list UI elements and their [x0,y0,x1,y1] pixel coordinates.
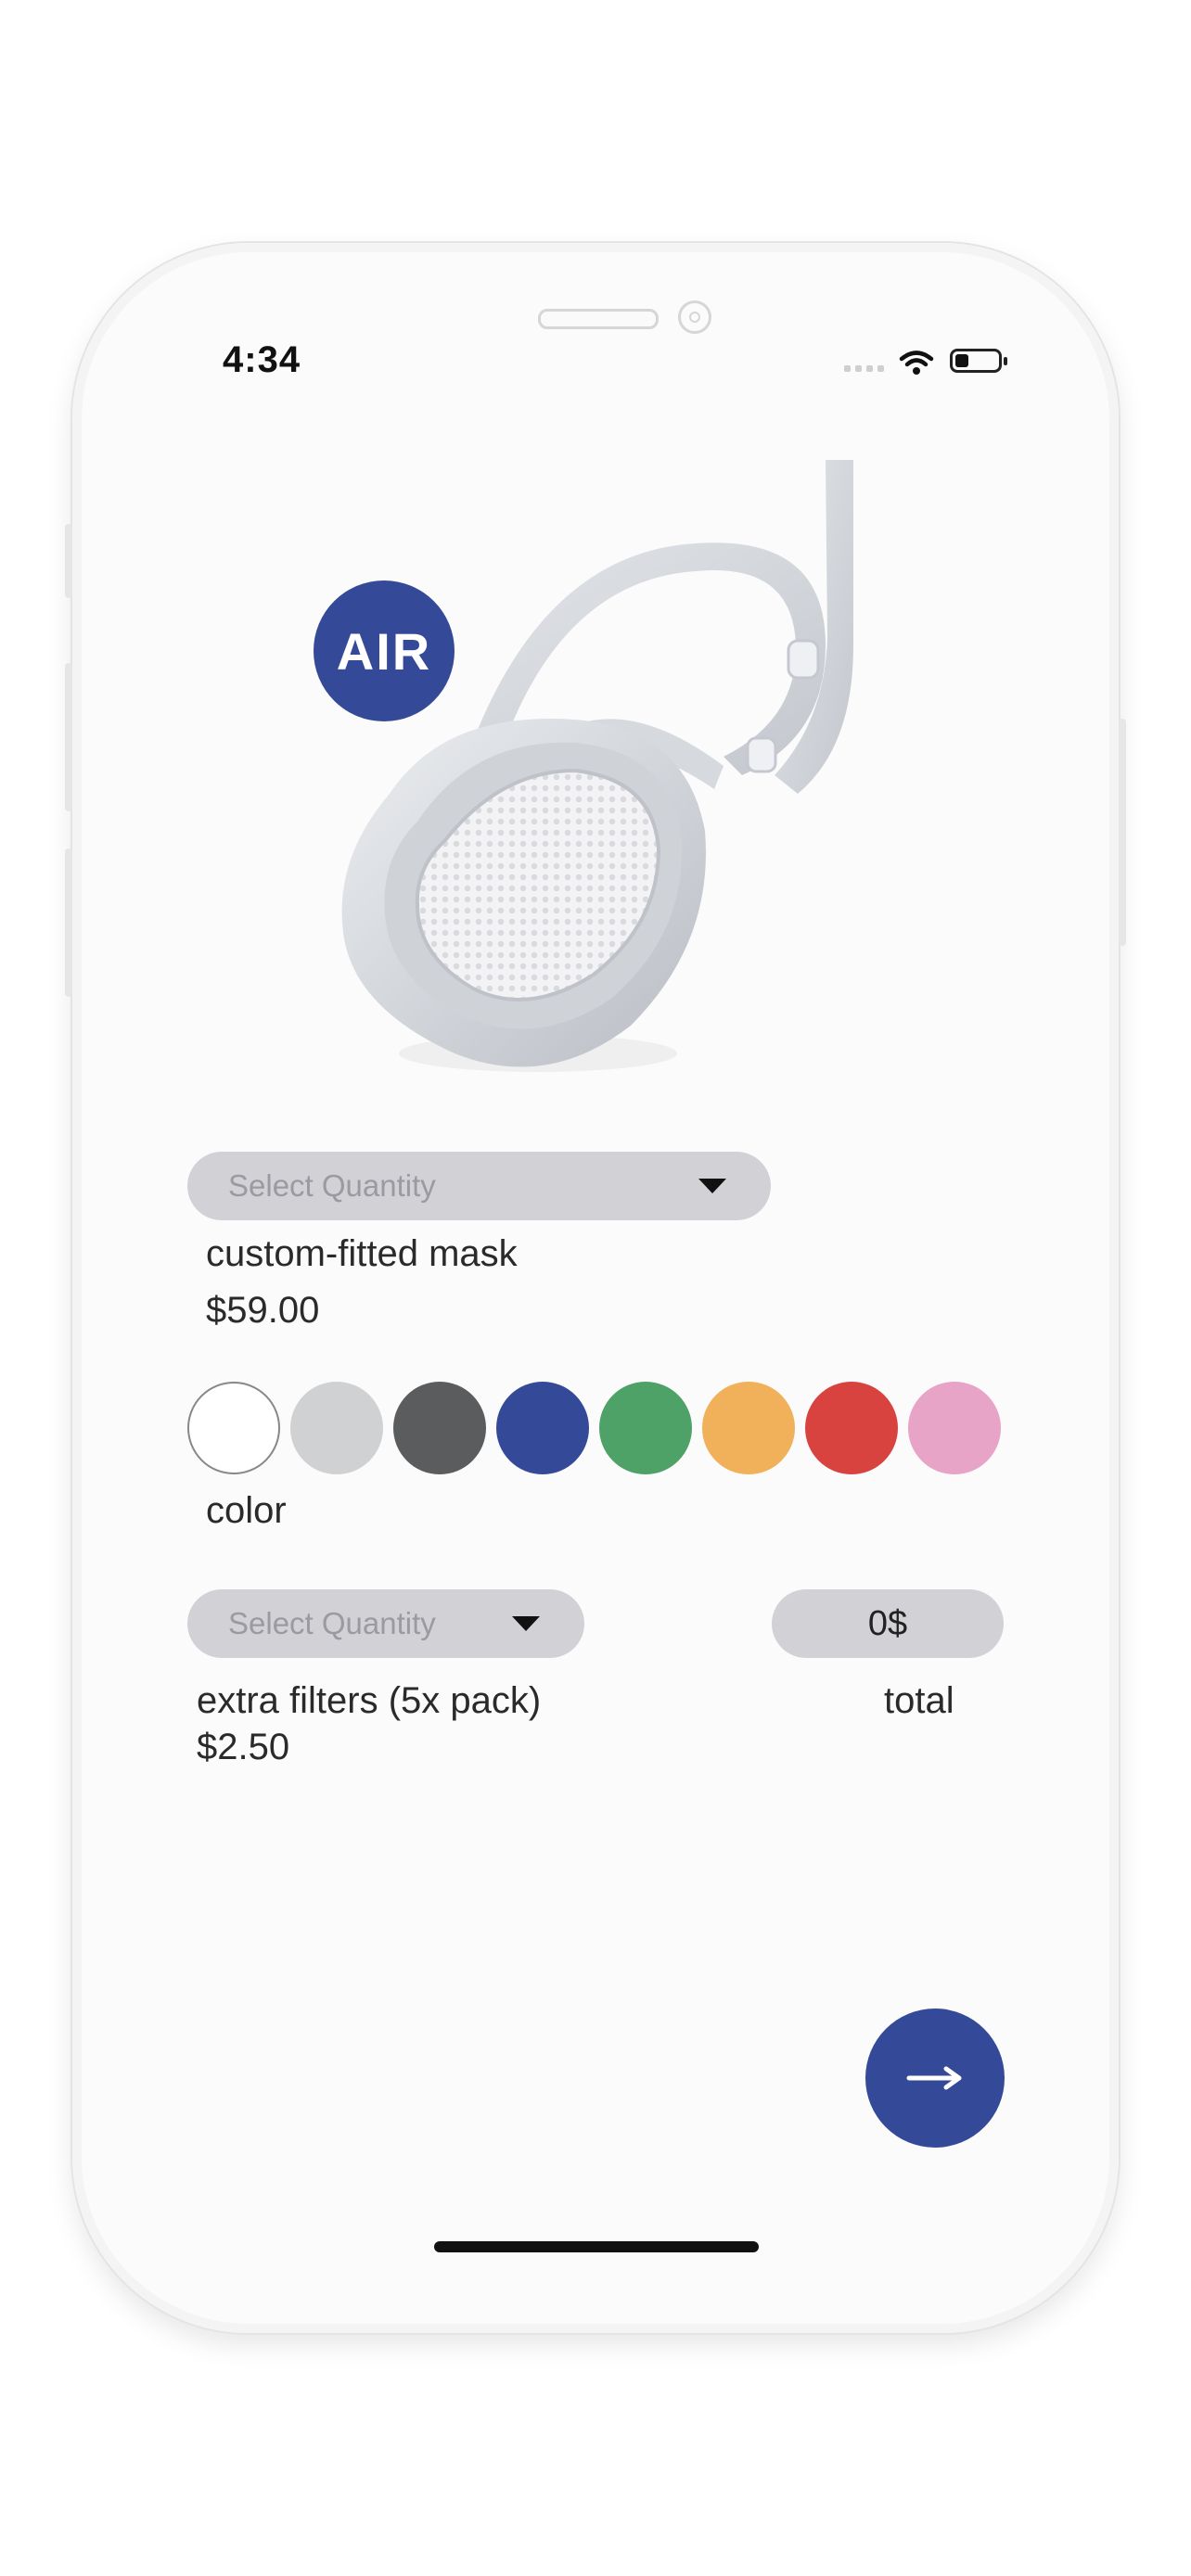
volume-down-button [65,848,72,997]
total-value: 0$ [772,1589,1004,1658]
speaker-grille [538,309,659,329]
battery-icon [950,349,1007,373]
color-swatch[interactable] [702,1382,795,1474]
wifi-icon [899,351,934,375]
product-name: custom-fitted mask [206,1233,518,1274]
color-swatch[interactable] [805,1382,898,1474]
chevron-down-icon [512,1616,540,1631]
color-swatch[interactable] [908,1382,1001,1474]
color-swatch[interactable] [290,1382,383,1474]
filters-price: $2.50 [197,1727,290,1767]
air-logo: AIR [314,580,455,721]
product-price: $59.00 [206,1290,320,1331]
filters-quantity-select[interactable]: Select Quantity [187,1589,584,1658]
filters-quantity-placeholder: Select Quantity [228,1606,436,1640]
power-button [1119,719,1126,946]
home-indicator [434,2241,759,2252]
mask-quantity-select[interactable]: Select Quantity [187,1152,771,1220]
cellular-signal-icon [844,365,884,372]
color-swatch[interactable] [496,1382,589,1474]
front-camera [678,300,711,334]
color-label: color [206,1490,287,1531]
filters-name: extra filters (5x pack) [197,1680,542,1721]
mask-product-image [341,460,853,1072]
mute-switch [65,524,72,598]
chevron-down-icon [698,1179,726,1193]
volume-up-button [65,663,72,811]
arrow-right-icon [906,2066,962,2090]
color-swatch[interactable] [393,1382,486,1474]
total-label: total [884,1680,954,1721]
color-swatch[interactable] [187,1382,280,1474]
next-button[interactable] [865,2009,1005,2148]
status-time: 4:34 [223,339,301,380]
mask-quantity-placeholder: Select Quantity [228,1168,436,1203]
color-swatch[interactable] [599,1382,692,1474]
